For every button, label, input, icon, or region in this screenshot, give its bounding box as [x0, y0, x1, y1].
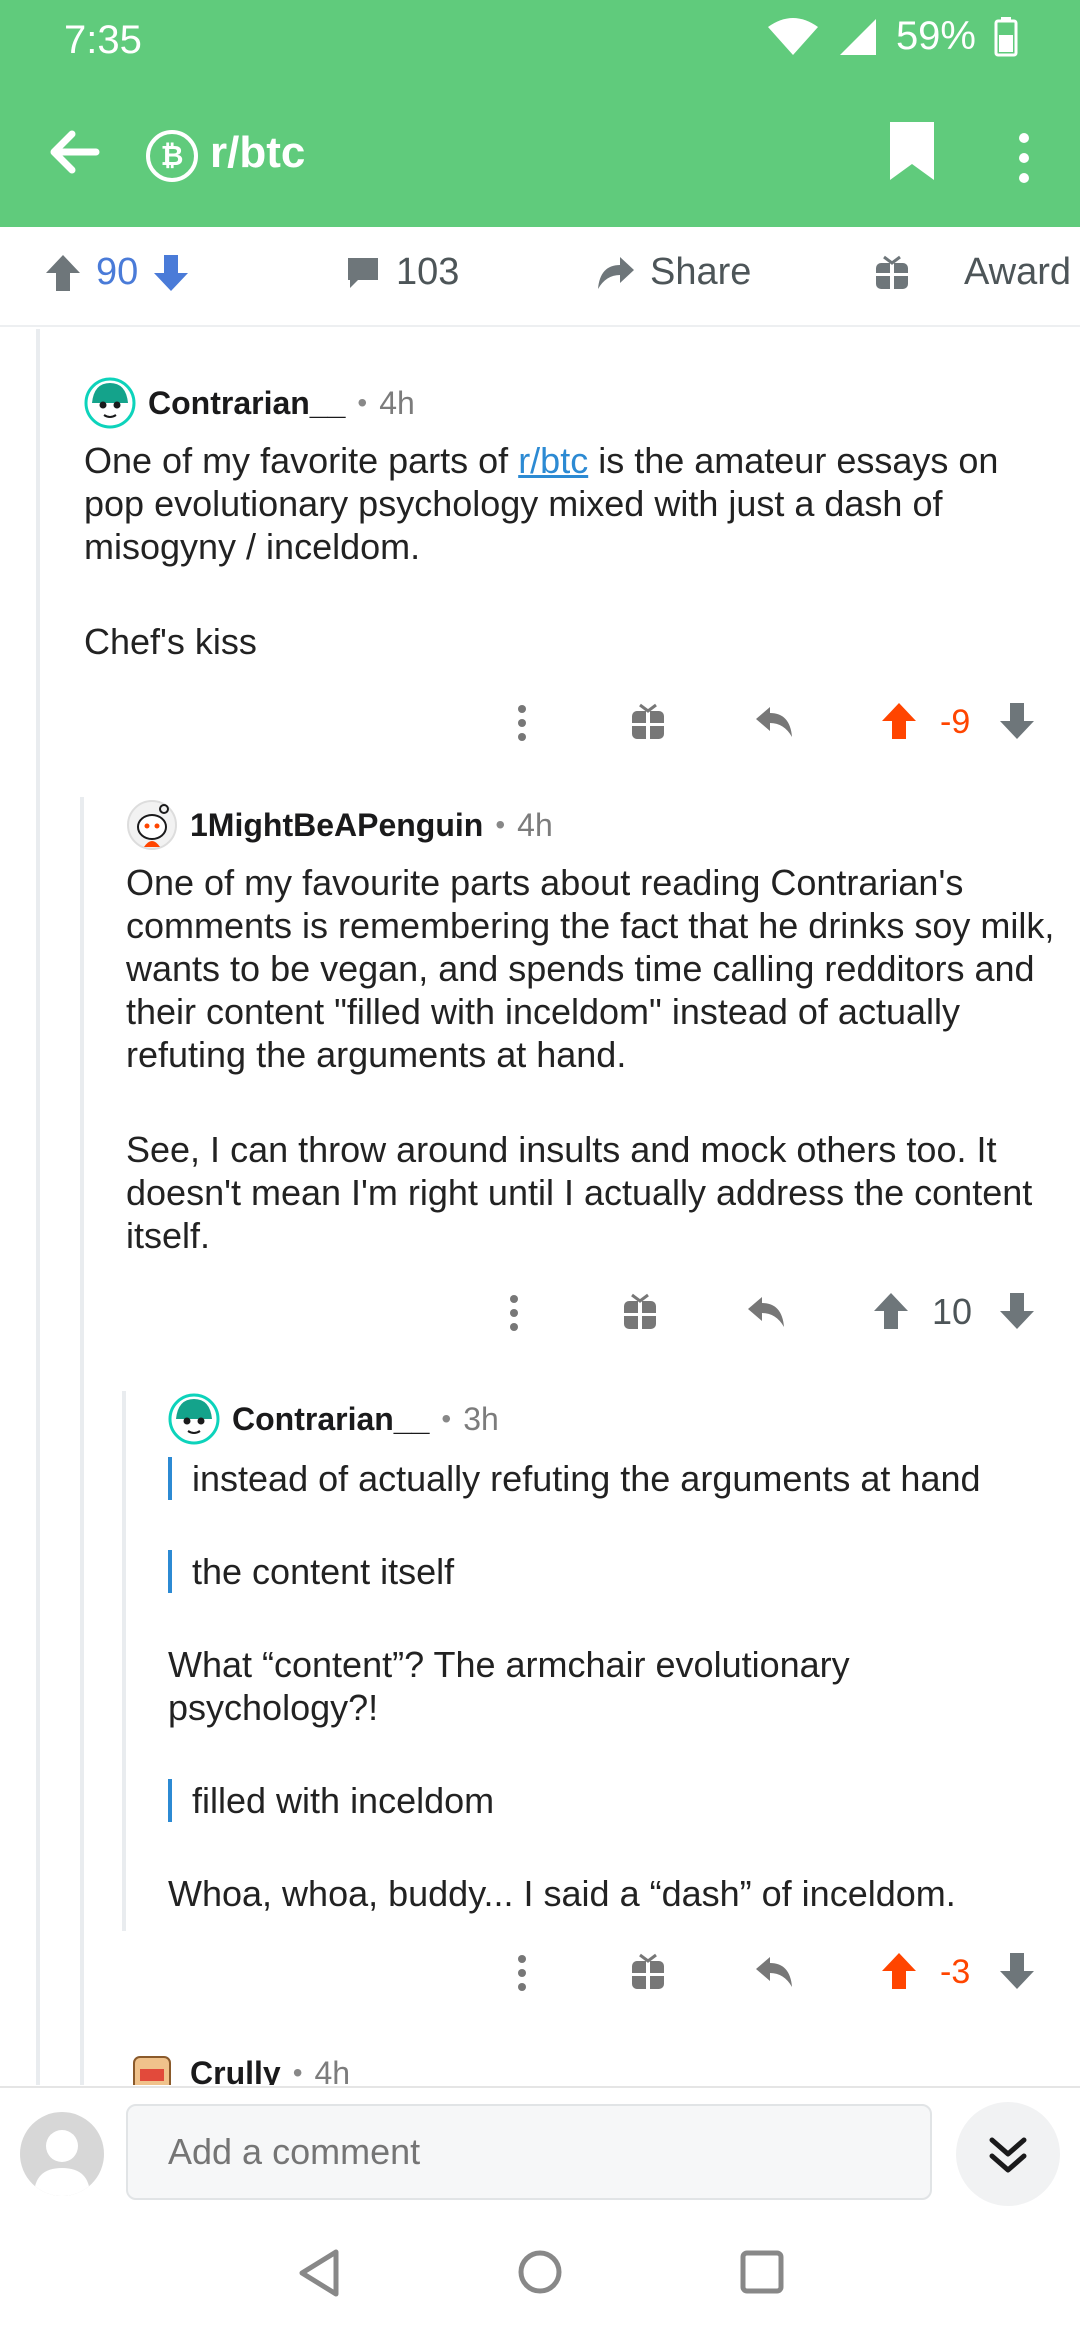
comment-actions: -3	[0, 1951, 1080, 2001]
comment-composer-bar	[0, 2086, 1080, 2210]
comment-header: Contrarian__ • 3h	[168, 1391, 1048, 1447]
home-nav-icon[interactable]	[516, 2248, 564, 2296]
comment-icon	[348, 257, 378, 288]
app-header: 7:35 59% ₿ r/btc	[0, 0, 1080, 227]
user-silhouette-icon	[34, 2130, 90, 2196]
comment-actions: -9	[0, 701, 1080, 751]
blockquote: instead of actually refuting the argumen…	[168, 1457, 1048, 1500]
separator-dot: •	[441, 1403, 452, 1434]
gift-icon[interactable]	[622, 1291, 658, 1331]
separator-dot: •	[292, 2057, 303, 2085]
comment-age: 4h	[314, 2054, 351, 2086]
thread-line	[36, 329, 40, 2085]
double-chevron-down-icon	[989, 2137, 1027, 2173]
battery-icon	[994, 16, 1018, 56]
share-button[interactable]: Share	[596, 251, 751, 294]
status-icons: 59%	[766, 14, 1018, 59]
user-avatar[interactable]	[20, 2112, 104, 2196]
status-time: 7:35	[64, 18, 142, 62]
more-options-icon[interactable]	[508, 701, 536, 745]
comment-header: Contrarian__ • 4h	[84, 375, 1044, 431]
reply-icon[interactable]	[746, 1291, 786, 1331]
share-label: Share	[650, 251, 752, 293]
comment-header: 1MightBeAPenguin • 4h	[126, 797, 1066, 853]
comment-age: 3h	[463, 1400, 499, 1437]
upvote-icon[interactable]	[880, 1951, 918, 1991]
gift-icon	[876, 255, 908, 289]
comment: Crully • 4h	[126, 2045, 1026, 2085]
comment-score: -3	[940, 1953, 971, 1991]
post-vote-group: 90	[44, 251, 190, 294]
bookmark-icon[interactable]	[886, 120, 938, 182]
award-label: Award	[964, 251, 1072, 293]
separator-dot: •	[495, 809, 506, 840]
back-nav-icon[interactable]	[296, 2248, 344, 2298]
thread-line	[80, 797, 84, 2085]
comment-author[interactable]: Contrarian__	[148, 385, 345, 422]
blockquote: filled with inceldom	[168, 1779, 1048, 1822]
avatar[interactable]	[168, 1393, 220, 1445]
comment-text: Whoa, whoa, buddy... I said a “dash” of …	[168, 1873, 956, 1914]
more-options-icon[interactable]	[508, 1951, 536, 1995]
downvote-icon[interactable]	[998, 701, 1036, 741]
comments-button[interactable]: 103	[344, 251, 459, 294]
subreddit-link[interactable]: r/btc	[518, 440, 588, 481]
comment-age: 4h	[517, 806, 553, 843]
comment-header: Crully • 4h	[126, 2045, 1026, 2085]
comment: Contrarian__ • 3h instead of actually re…	[168, 1391, 1048, 1915]
comment-body: instead of actually refuting the argumen…	[168, 1457, 1048, 1915]
subreddit-icon[interactable]: ₿	[146, 130, 198, 182]
comment: 1MightBeAPenguin • 4h One of my favourit…	[126, 797, 1066, 1257]
comment-author[interactable]: Contrarian__	[232, 1401, 429, 1438]
comment-text: What “content”? The armchair evolutionar…	[168, 1644, 850, 1728]
upvote-icon[interactable]	[880, 701, 918, 741]
comment-text: One of my favourite parts about reading …	[126, 862, 1055, 1075]
award-button[interactable]: Award	[874, 251, 1071, 294]
system-nav-bar	[0, 2212, 1080, 2340]
avatar[interactable]	[126, 2047, 178, 2085]
overflow-menu-icon[interactable]	[1004, 128, 1044, 188]
gift-icon[interactable]	[630, 701, 666, 741]
blockquote: the content itself	[168, 1550, 1048, 1593]
battery-percent: 59%	[895, 14, 976, 58]
separator-dot: •	[357, 387, 368, 418]
reply-icon[interactable]	[754, 1951, 794, 1991]
upvote-icon[interactable]	[44, 253, 82, 293]
reply-icon[interactable]	[754, 701, 794, 741]
more-options-icon[interactable]	[500, 1291, 528, 1335]
comment: Contrarian__ • 4h One of my favorite par…	[84, 375, 1044, 663]
comment-age: 4h	[379, 384, 415, 421]
avatar[interactable]	[84, 377, 136, 429]
comment-score: 10	[932, 1291, 973, 1332]
downvote-icon[interactable]	[152, 253, 190, 293]
wifi-icon	[767, 17, 818, 55]
comment-count: 103	[396, 251, 460, 293]
comment-text: One of my favorite parts of	[84, 440, 519, 481]
gift-icon[interactable]	[630, 1951, 666, 1991]
share-icon	[598, 256, 634, 289]
signal-icon	[839, 18, 876, 55]
back-arrow-icon[interactable]	[44, 122, 104, 182]
post-score: 90	[96, 251, 139, 293]
comment-thread: Contrarian__ • 4h One of my favorite par…	[0, 329, 1080, 2085]
thread-line	[122, 1391, 126, 1931]
jump-to-next-button[interactable]	[956, 2102, 1060, 2206]
downvote-icon[interactable]	[998, 1951, 1036, 1991]
add-comment-input[interactable]	[126, 2104, 932, 2200]
downvote-icon[interactable]	[998, 1291, 1036, 1331]
subreddit-name[interactable]: r/btc	[210, 128, 305, 178]
avatar[interactable]	[126, 799, 178, 851]
upvote-icon[interactable]	[872, 1291, 910, 1331]
comment-body: One of my favourite parts about reading …	[126, 861, 1066, 1257]
post-action-bar: 90 103 Share Award	[0, 227, 1080, 327]
comment-text: See, I can throw around insults and mock…	[126, 1129, 1033, 1256]
comment-author[interactable]: 1MightBeAPenguin	[190, 807, 483, 844]
comment-actions: 10	[0, 1291, 1080, 1341]
comment-body: One of my favorite parts of r/btc is the…	[84, 439, 1044, 663]
comment-author[interactable]: Crully	[190, 2055, 281, 2086]
comment-score: -9	[940, 703, 971, 741]
recents-nav-icon[interactable]	[738, 2248, 786, 2296]
comment-text: Chef's kiss	[84, 621, 257, 662]
